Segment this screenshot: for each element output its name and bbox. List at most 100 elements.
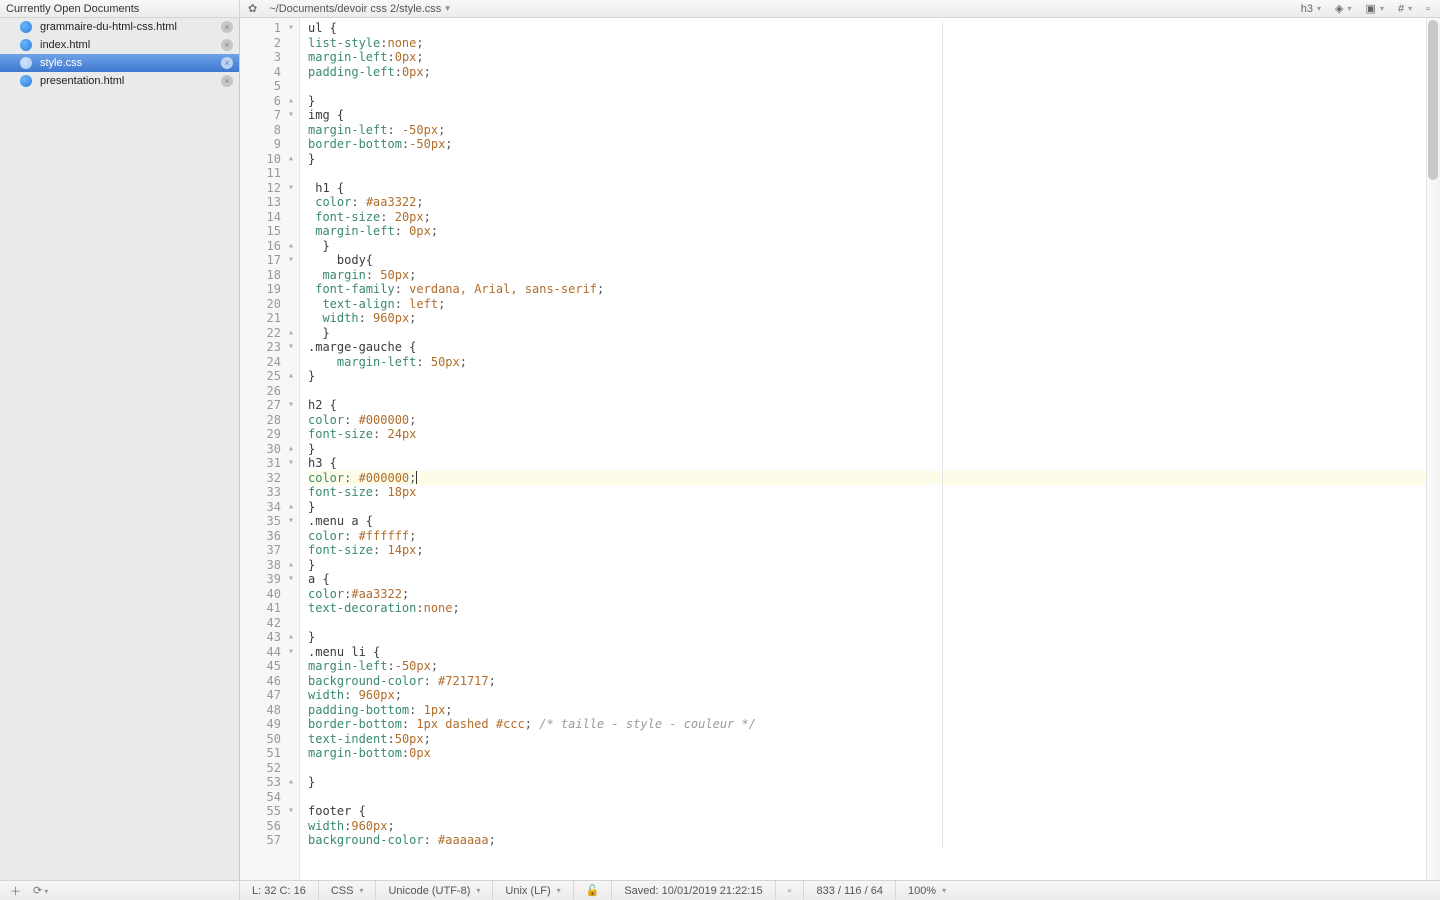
- code-line[interactable]: [308, 790, 943, 805]
- fold-open-icon[interactable]: ▾: [285, 398, 297, 413]
- code-line[interactable]: font-size: 18px: [308, 485, 943, 500]
- code-line[interactable]: color:#aa3322;: [308, 587, 943, 602]
- code-line[interactable]: ul {: [308, 21, 943, 36]
- cursor-position[interactable]: L: 32 C: 16: [240, 881, 319, 900]
- code-line[interactable]: [308, 616, 943, 631]
- fold-close-icon[interactable]: ▴: [285, 152, 297, 167]
- lock-icon[interactable]: 🔓: [574, 881, 613, 900]
- code-line[interactable]: padding-bottom: 1px;: [308, 703, 943, 718]
- symbol-selector[interactable]: h3▾: [1301, 3, 1321, 15]
- code-line[interactable]: }: [308, 239, 943, 254]
- gear-icon[interactable]: ✿: [248, 2, 257, 15]
- code-line[interactable]: footer {: [308, 804, 943, 819]
- close-icon[interactable]: ×: [221, 39, 233, 51]
- code-line[interactable]: }: [308, 630, 943, 645]
- code-line[interactable]: body{: [308, 253, 943, 268]
- code-line[interactable]: h1 {: [308, 181, 943, 196]
- code-line[interactable]: text-align: left;: [308, 297, 943, 312]
- fold-open-icon[interactable]: ▾: [285, 108, 297, 123]
- code-line[interactable]: width: 960px;: [308, 311, 943, 326]
- fold-open-icon[interactable]: ▾: [285, 645, 297, 660]
- code-line[interactable]: .marge-gauche {: [308, 340, 943, 355]
- code-line[interactable]: font-family: verdana, Arial, sans-serif;: [308, 282, 943, 297]
- fold-close-icon[interactable]: ▴: [285, 775, 297, 790]
- marker-icon[interactable]: ◈▾: [1335, 2, 1351, 15]
- fold-close-icon[interactable]: ▴: [285, 630, 297, 645]
- code-line[interactable]: margin-bottom:0px: [308, 746, 943, 761]
- fold-open-icon[interactable]: ▾: [285, 572, 297, 587]
- document-icon[interactable]: ▫: [1426, 3, 1430, 15]
- fold-open-icon[interactable]: ▾: [285, 804, 297, 819]
- code-line[interactable]: text-decoration:none;: [308, 601, 943, 616]
- code-line[interactable]: .menu a {: [308, 514, 943, 529]
- code-line[interactable]: font-size: 20px;: [308, 210, 943, 225]
- code-line[interactable]: font-size: 14px;: [308, 543, 943, 558]
- code-line[interactable]: color: #ffffff;: [308, 529, 943, 544]
- fold-close-icon[interactable]: ▴: [285, 239, 297, 254]
- code-line[interactable]: }: [308, 369, 943, 384]
- code-line[interactable]: border-bottom: 1px dashed #ccc; /* taill…: [308, 717, 943, 732]
- code-line[interactable]: border-bottom:-50px;: [308, 137, 943, 152]
- close-icon[interactable]: ×: [221, 21, 233, 33]
- code-line[interactable]: margin-left:0px;: [308, 50, 943, 65]
- fold-open-icon[interactable]: ▾: [285, 514, 297, 529]
- code-line[interactable]: }: [308, 442, 943, 457]
- hash-menu[interactable]: #▾: [1398, 3, 1412, 15]
- fold-close-icon[interactable]: ▴: [285, 442, 297, 457]
- code-line[interactable]: }: [308, 775, 943, 790]
- sidebar-item[interactable]: style.css×: [0, 54, 239, 72]
- fold-open-icon[interactable]: ▾: [285, 340, 297, 355]
- code-line[interactable]: padding-left:0px;: [308, 65, 943, 80]
- code-line[interactable]: background-color: #721717;: [308, 674, 943, 689]
- code-line[interactable]: }: [308, 152, 943, 167]
- stack-icon[interactable]: ▣▾: [1366, 2, 1384, 15]
- fold-close-icon[interactable]: ▴: [285, 369, 297, 384]
- fold-close-icon[interactable]: ▴: [285, 558, 297, 573]
- code-line[interactable]: background-color: #aaaaaa;: [308, 833, 943, 848]
- close-icon[interactable]: ×: [221, 75, 233, 87]
- line-ending-selector[interactable]: Unix (LF)▾: [493, 881, 573, 900]
- path-bar[interactable]: ✿ ~/Documents/devoir css 2/style.css ▾: [240, 2, 1301, 15]
- code-line[interactable]: text-indent:50px;: [308, 732, 943, 747]
- code-line[interactable]: color: #000000;: [308, 471, 1440, 486]
- code-line[interactable]: [308, 79, 943, 94]
- code-line[interactable]: margin-left:-50px;: [308, 659, 943, 674]
- chevron-down-icon[interactable]: ▾: [445, 3, 450, 14]
- code-line[interactable]: list-style:none;: [308, 36, 943, 51]
- sidebar-item[interactable]: presentation.html×: [0, 72, 239, 90]
- fold-close-icon[interactable]: ▴: [285, 326, 297, 341]
- code-line[interactable]: img {: [308, 108, 943, 123]
- plus-icon[interactable]: ＋: [10, 883, 21, 899]
- sidebar-item[interactable]: index.html×: [0, 36, 239, 54]
- fold-open-icon[interactable]: ▾: [285, 253, 297, 268]
- code-line[interactable]: margin-left: 50px;: [308, 355, 943, 370]
- code-line[interactable]: .menu li {: [308, 645, 943, 660]
- fold-close-icon[interactable]: ▴: [285, 500, 297, 515]
- code-line[interactable]: }: [308, 558, 943, 573]
- language-selector[interactable]: CSS▾: [319, 881, 377, 900]
- code-line[interactable]: font-size: 24px: [308, 427, 943, 442]
- code-line[interactable]: }: [308, 94, 943, 109]
- code-line[interactable]: width: 960px;: [308, 688, 943, 703]
- close-icon[interactable]: ×: [221, 57, 233, 69]
- fold-close-icon[interactable]: ▴: [285, 94, 297, 109]
- fold-open-icon[interactable]: ▾: [285, 181, 297, 196]
- vertical-scrollbar[interactable]: [1426, 18, 1440, 880]
- sidebar-item[interactable]: grammaire-du-html-css.html×: [0, 18, 239, 36]
- fold-open-icon[interactable]: ▾: [285, 21, 297, 36]
- code-line[interactable]: [308, 166, 943, 181]
- code-line[interactable]: a {: [308, 572, 943, 587]
- code-line[interactable]: [308, 761, 943, 776]
- code-line[interactable]: }: [308, 500, 943, 515]
- code-line[interactable]: margin-left: 0px;: [308, 224, 943, 239]
- code-line[interactable]: color: #000000;: [308, 413, 943, 428]
- code-area[interactable]: ul {list-style:none;margin-left:0px;padd…: [300, 18, 1440, 880]
- code-line[interactable]: h3 {: [308, 456, 943, 471]
- zoom-level[interactable]: 100%▾: [896, 881, 958, 900]
- fold-open-icon[interactable]: ▾: [285, 456, 297, 471]
- history-icon[interactable]: ⟳▾: [33, 884, 48, 897]
- char-counts[interactable]: 833 / 116 / 64: [804, 881, 895, 900]
- code-line[interactable]: }: [308, 326, 943, 341]
- code-line[interactable]: h2 {: [308, 398, 943, 413]
- encoding-selector[interactable]: Unicode (UTF-8)▾: [376, 881, 493, 900]
